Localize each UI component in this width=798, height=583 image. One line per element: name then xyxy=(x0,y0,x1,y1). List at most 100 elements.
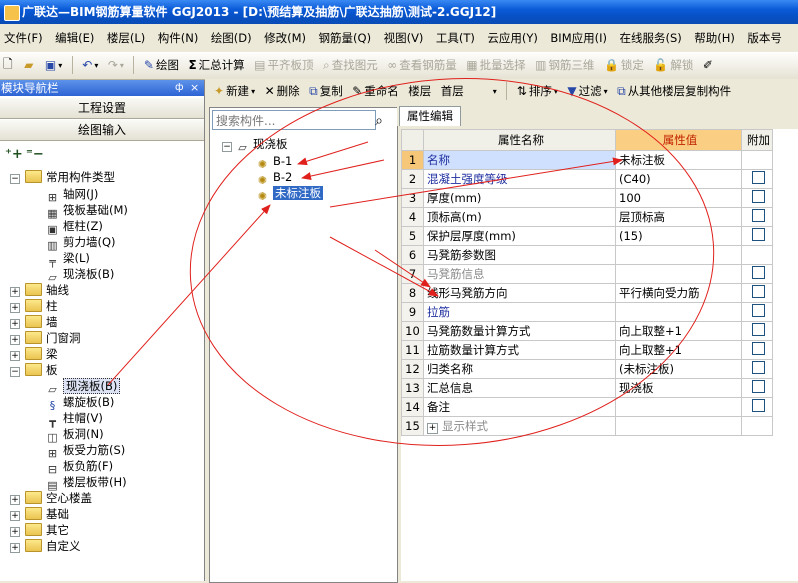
extra-checkbox[interactable] xyxy=(752,304,765,317)
table-row[interactable]: 14 备注 xyxy=(401,397,773,417)
collapse-all-icon[interactable]: ⁼− xyxy=(26,144,44,166)
table-row[interactable]: 10 马凳筋数量计算方式 向上取整+1 xyxy=(401,321,773,341)
view-rebar-button[interactable]: ∞ 查看钢筋量 xyxy=(384,53,460,77)
extra-checkbox[interactable] xyxy=(752,228,765,241)
property-value-field[interactable]: (C40) xyxy=(615,169,742,189)
tree-item-cast-slab[interactable]: ▱ 现浇板(B) xyxy=(46,266,114,284)
property-name-group[interactable]: + 显示样式 xyxy=(423,416,616,436)
property-value-field[interactable]: 层顶标高 xyxy=(615,207,742,227)
menu-rebar[interactable]: 钢筋量(Q) xyxy=(315,25,376,52)
property-value-field[interactable]: (15) xyxy=(615,226,742,246)
tree-node-custom[interactable]: 自定义 xyxy=(25,538,81,555)
copy-from-floor-button[interactable]: ⧉ 从其他楼层复制构件 xyxy=(614,79,734,103)
redo-button[interactable]: ↷ ▾ xyxy=(105,53,127,77)
tree-node-hollow-floor[interactable]: 空心楼盖 xyxy=(25,490,92,507)
extra-checkbox[interactable] xyxy=(752,266,765,279)
extra-checkbox[interactable] xyxy=(752,323,765,336)
tree-item-slab-neg-rebar[interactable]: ⊟ 板负筋(F) xyxy=(46,458,113,476)
tree-node-column[interactable]: 柱 xyxy=(25,298,58,315)
sort-button[interactable]: ⇅ 排序 ▾ xyxy=(514,79,561,103)
table-row[interactable]: 3 厚度(mm) 100 xyxy=(401,188,773,208)
component-item-b2[interactable]: ✺ B-2 xyxy=(256,169,292,187)
menu-modify[interactable]: 修改(M) xyxy=(260,25,310,52)
table-row[interactable]: 4 顶标高(m) 层顶标高 xyxy=(401,207,773,227)
property-value-field[interactable] xyxy=(615,302,742,322)
tree-node-axis[interactable]: 轴线 xyxy=(25,282,69,299)
property-value-field[interactable] xyxy=(615,416,742,436)
menu-component[interactable]: 构件(N) xyxy=(154,25,203,52)
expand-icon[interactable]: + xyxy=(10,351,20,361)
find-element-button[interactable]: ⌕ 查找图元 xyxy=(320,53,381,77)
tree-node-slab[interactable]: 板 xyxy=(25,362,58,379)
tree-item-slab-hole[interactable]: ◫ 板洞(N) xyxy=(46,426,103,444)
property-value-field[interactable] xyxy=(615,264,742,284)
table-row[interactable]: 13 汇总信息 现浇板 xyxy=(401,378,773,398)
expand-icon[interactable]: + xyxy=(10,543,20,553)
expand-icon[interactable]: + xyxy=(10,511,20,521)
extra-checkbox[interactable] xyxy=(752,342,765,355)
new-component-button[interactable]: ✦ 新建 ▾ xyxy=(211,79,258,103)
menu-online[interactable]: 在线服务(S) xyxy=(616,25,686,52)
tree-item-slab-cast[interactable]: ▱ 现浇板(B) xyxy=(46,378,121,396)
extra-checkbox[interactable] xyxy=(752,171,765,184)
lock-button[interactable]: 🔒 锁定 xyxy=(601,53,647,77)
property-value-field[interactable]: 向上取整+1 xyxy=(615,321,742,341)
expand-icon[interactable]: + xyxy=(10,495,20,505)
table-row[interactable]: 7 马凳筋信息 xyxy=(401,264,773,284)
menu-floor[interactable]: 楼层(L) xyxy=(103,25,149,52)
sum-calc-button[interactable]: Σ 汇总计算 xyxy=(185,53,247,77)
rebar-3d-button[interactable]: ▥ 钢筋三维 xyxy=(532,53,597,77)
menu-tools[interactable]: 工具(T) xyxy=(432,25,479,52)
tab-property-edit[interactable]: 属性编辑 xyxy=(399,106,461,126)
expand-icon[interactable]: + xyxy=(10,303,20,313)
new-file-button[interactable]: 🗋 xyxy=(0,53,18,77)
property-value-field[interactable] xyxy=(615,397,742,417)
tree-node-wall[interactable]: 墙 xyxy=(25,314,58,331)
property-value-field[interactable]: 未标注板 xyxy=(615,150,742,170)
table-row[interactable]: 5 保护层厚度(mm) (15) xyxy=(401,226,773,246)
extra-checkbox[interactable] xyxy=(752,209,765,222)
tree-item-frame-column[interactable]: ▣ 框柱(Z) xyxy=(46,218,103,236)
collapse-icon[interactable]: − xyxy=(222,142,232,152)
save-button[interactable]: ▣ ▾ xyxy=(42,53,65,77)
draw-button[interactable]: ✎ 绘图 xyxy=(141,53,182,77)
search-icon[interactable]: ⌕ xyxy=(367,110,391,132)
table-row[interactable]: 11 拉筋数量计算方式 向上取整+1 xyxy=(401,340,773,360)
flush-slab-top-button[interactable]: ▤ 平齐板顶 xyxy=(251,53,316,77)
tree-node-door-window[interactable]: 门窗洞 xyxy=(25,330,81,347)
pin-icon[interactable]: ф xyxy=(175,80,184,96)
table-row[interactable]: 8 线形马凳筋方向 平行横向受力筋 xyxy=(401,283,773,303)
copy-component-button[interactable]: ⧉ 复制 xyxy=(306,79,346,103)
component-item-b1[interactable]: ✺ B-1 xyxy=(256,153,292,171)
table-row[interactable]: 12 归类名称 (未标注板) xyxy=(401,359,773,379)
expand-icon[interactable]: + xyxy=(10,287,20,297)
rename-component-button[interactable]: ✎ 重命名 xyxy=(349,79,402,103)
tree-item-spiral-slab[interactable]: § 螺旋板(B) xyxy=(46,394,115,412)
expand-icon[interactable]: + xyxy=(427,423,438,434)
extra-checkbox[interactable] xyxy=(752,399,765,412)
expand-icon[interactable]: + xyxy=(10,319,20,329)
project-settings-button[interactable]: 工程设置 xyxy=(0,97,204,119)
component-search-input[interactable]: 搜索构件... xyxy=(212,110,376,130)
batch-select-button[interactable]: ▦ 批量选择 xyxy=(463,53,528,77)
property-value-field[interactable] xyxy=(615,245,742,265)
property-value-field[interactable]: 100 xyxy=(615,188,742,208)
delete-component-button[interactable]: ✕ 删除 xyxy=(262,79,303,103)
open-file-button[interactable]: ▰ xyxy=(21,53,38,77)
menu-bim[interactable]: BIM应用(I) xyxy=(546,25,611,52)
menu-view[interactable]: 视图(V) xyxy=(380,25,428,52)
collapse-icon[interactable]: − xyxy=(10,367,20,377)
tree-node-other[interactable]: 其它 xyxy=(25,522,69,539)
tree-item-raft[interactable]: ▦ 筏板基础(M) xyxy=(46,202,128,220)
collapse-icon[interactable]: − xyxy=(10,174,20,184)
brush-button[interactable]: ✐ xyxy=(700,53,718,77)
table-row[interactable]: 2 混凝土强度等级 (C40) xyxy=(401,169,773,189)
tree-node-beam[interactable]: 梁 xyxy=(25,346,58,363)
tree-item-column-cap[interactable]: ┳ 柱帽(V) xyxy=(46,410,103,428)
filter-button[interactable]: ▼ 过滤 ▾ xyxy=(564,79,610,103)
tree-item-beam[interactable]: ╤ 梁(L) xyxy=(46,250,90,268)
expand-icon[interactable]: + xyxy=(10,527,20,537)
floor-select[interactable]: 首层 ▾ xyxy=(438,79,500,103)
menu-edit[interactable]: 编辑(E) xyxy=(51,25,98,52)
menu-draw[interactable]: 绘图(D) xyxy=(207,25,256,52)
